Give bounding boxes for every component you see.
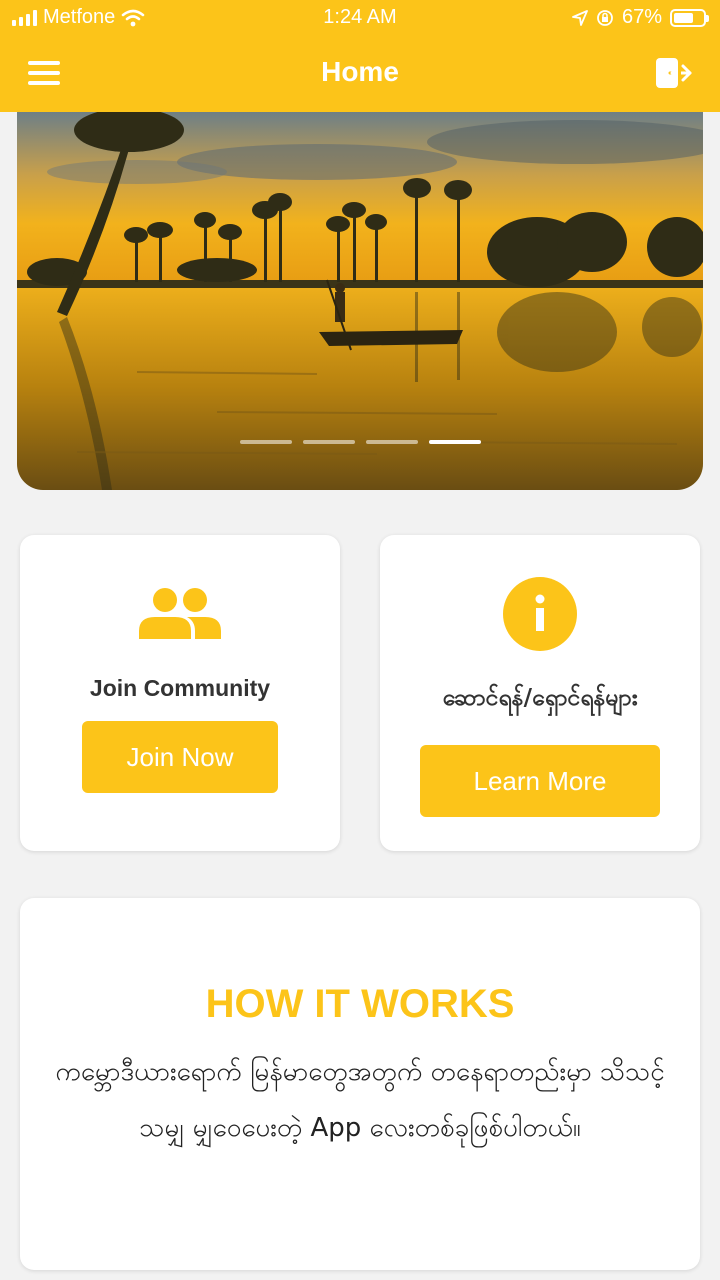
join-now-button[interactable]: Join Now [82,721,278,793]
info-card: ဆောင်ရန်/ရှောင်ရန်များ Learn More [380,535,700,851]
status-right: 67% [572,6,709,29]
battery-level [674,12,693,23]
banner-carousel[interactable] [17,112,703,490]
carousel-dot-4[interactable] [428,440,481,444]
carousel-dot-1[interactable] [239,440,292,444]
community-title: Join Community [89,675,271,701]
logout-button[interactable] [654,56,694,90]
battery-percent: 67% [621,6,662,28]
info-title: ဆောင်ရန်/ရှောင်ရန်များ [442,685,638,711]
banner-image [17,112,703,490]
location-arrow-icon [572,9,588,26]
status-bar: Metfone 1:24 AM 67% [0,0,720,36]
learn-more-button[interactable]: Learn More [420,745,660,817]
carousel-dot-2[interactable] [302,440,355,444]
how-it-works-title: HOW IT WORKS [205,982,515,1026]
how-it-works-description: ကမ္ဘောဒီယားရောက် မြန်မာတွေအတွက် တနေရာတည်… [55,1057,665,1143]
rotation-lock-icon [597,9,613,26]
logout-icon [656,58,692,88]
carousel-indicators [17,440,703,444]
carousel-dot-3[interactable] [365,440,418,444]
page-title: Home [321,56,399,87]
people-icon [139,588,221,639]
community-card: Join Community Join Now [20,535,340,851]
app-bar: Home [0,36,720,112]
info-icon [503,577,577,651]
how-it-works-card: HOW IT WORKS ကမ္ဘောဒီယားရောက် မြန်မာတွေအ… [20,898,700,1270]
battery-icon [670,8,709,27]
